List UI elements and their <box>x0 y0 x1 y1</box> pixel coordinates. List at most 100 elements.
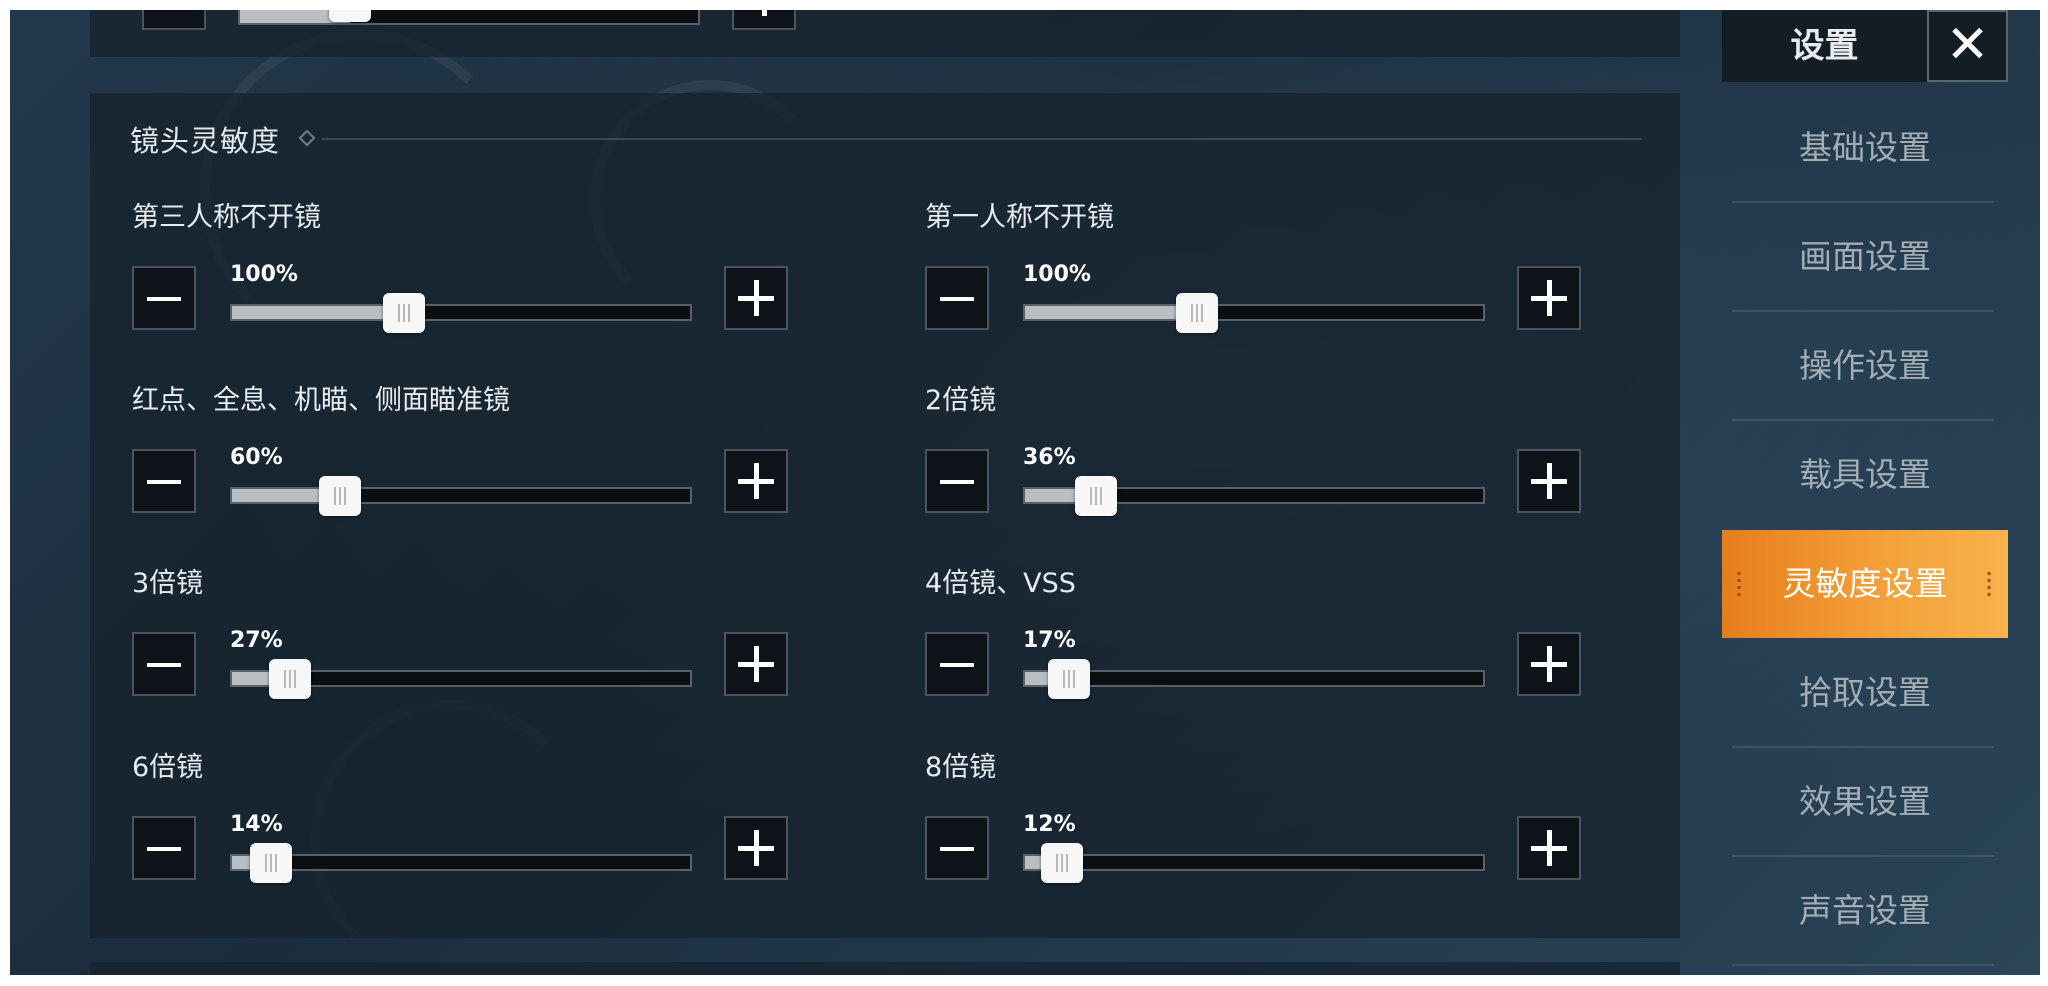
slider-thumb[interactable] <box>268 659 311 699</box>
slider-value: 14% <box>230 812 283 837</box>
grip-line <box>1196 304 1199 322</box>
slider-fill <box>232 489 320 502</box>
nav-item[interactable]: 拾取设置 <box>1722 639 2008 747</box>
increase-button[interactable] <box>732 10 796 30</box>
close-button[interactable]: ✕ <box>1927 10 2008 82</box>
increase-button[interactable] <box>724 449 788 513</box>
grip-line <box>398 304 401 322</box>
nav-item-label: 拾取设置 <box>1799 673 1931 712</box>
increase-button[interactable] <box>1517 266 1581 330</box>
slider-thumb[interactable] <box>1176 293 1219 333</box>
increase-button[interactable] <box>724 266 788 330</box>
grip-line <box>334 487 337 505</box>
nav-item-label: 声音设置 <box>1799 891 1931 930</box>
slider-track[interactable] <box>230 476 692 516</box>
nav-item[interactable]: 操作设置 <box>1722 312 2008 420</box>
slider-thumb[interactable] <box>319 476 362 516</box>
slider-label: 第一人称不开镜 <box>925 202 1114 233</box>
slider-thumb[interactable] <box>328 10 371 22</box>
decrease-button[interactable] <box>925 266 989 330</box>
grip-line <box>1090 487 1093 505</box>
slider-thumb[interactable] <box>1075 476 1118 516</box>
slider-track[interactable] <box>230 659 692 699</box>
plus-icon-stroke <box>754 280 759 316</box>
slider-value: 100% <box>230 262 298 287</box>
plus-icon-stroke <box>1547 463 1552 499</box>
grip-line <box>403 304 406 322</box>
grip-line <box>275 854 278 872</box>
slider-track[interactable] <box>238 10 700 25</box>
slider-thumb[interactable] <box>250 843 293 883</box>
plus-icon-stroke <box>754 463 759 499</box>
slider-fill <box>1025 489 1076 502</box>
drag-dots-icon <box>1736 570 1742 598</box>
decrease-button[interactable] <box>142 10 206 30</box>
increase-button[interactable] <box>1517 449 1581 513</box>
slider-value: 100% <box>1023 262 1091 287</box>
nav-item[interactable]: 效果设置 <box>1722 748 2008 856</box>
minus-icon <box>147 847 181 851</box>
nav-item[interactable]: 基础设置 <box>1722 94 2008 202</box>
slider-label: 6倍镜 <box>132 752 204 783</box>
close-icon: ✕ <box>1945 15 1990 75</box>
nav-item-label: 载具设置 <box>1799 455 1931 494</box>
slider-label: 第三人称不开镜 <box>132 202 321 233</box>
grip-line <box>283 670 286 688</box>
slider-label: 4倍镜、VSS <box>925 568 1076 599</box>
nav-item[interactable]: 灵敏度设置 <box>1722 530 2008 638</box>
nav-divider <box>1732 964 1994 966</box>
nav-item-label: 效果设置 <box>1799 782 1931 821</box>
slider-thumb[interactable] <box>383 293 426 333</box>
grip-line <box>339 487 342 505</box>
slider-track[interactable] <box>1023 293 1485 333</box>
increase-button[interactable] <box>724 632 788 696</box>
slider-label: 8倍镜 <box>925 752 997 783</box>
decrease-button[interactable] <box>132 266 196 330</box>
slider-track[interactable] <box>1023 659 1485 699</box>
slider-thumb[interactable] <box>1047 659 1090 699</box>
increase-button[interactable] <box>1517 632 1581 696</box>
slider-track[interactable] <box>1023 843 1485 883</box>
nav-item[interactable]: 画面设置 <box>1722 203 2008 311</box>
nav-item-label: 操作设置 <box>1799 346 1931 385</box>
slider-value: 17% <box>1023 628 1076 653</box>
slider-fill <box>232 306 384 319</box>
previous-section-panel <box>90 10 1680 57</box>
decrease-button[interactable] <box>925 449 989 513</box>
minus-icon <box>147 480 181 484</box>
nav-item-label: 灵敏度设置 <box>1782 564 1948 603</box>
minus-icon <box>940 480 974 484</box>
slider-value: 36% <box>1023 445 1076 470</box>
decrease-button[interactable] <box>925 632 989 696</box>
slider-fill <box>1025 856 1042 869</box>
grip-line <box>265 854 268 872</box>
grip-line <box>1201 304 1204 322</box>
section-divider <box>322 138 1642 140</box>
decrease-button[interactable] <box>925 816 989 880</box>
grip-line <box>1072 670 1075 688</box>
slider-track[interactable] <box>1023 476 1485 516</box>
slider-track[interactable] <box>230 293 692 333</box>
decrease-button[interactable] <box>132 449 196 513</box>
decrease-button[interactable] <box>132 632 196 696</box>
drag-dots-icon <box>1986 570 1992 598</box>
slider-label: 3倍镜 <box>132 568 204 599</box>
increase-button[interactable] <box>1517 816 1581 880</box>
section-title: 镜头灵敏度 <box>130 124 281 158</box>
grip-line <box>288 670 291 688</box>
increase-button[interactable] <box>724 816 788 880</box>
nav-item[interactable]: 载具设置 <box>1722 421 2008 529</box>
grip-line <box>1062 670 1065 688</box>
slider-thumb[interactable] <box>1041 843 1084 883</box>
nav-item[interactable]: 声音设置 <box>1722 857 2008 965</box>
nav-item-label: 基础设置 <box>1799 128 1931 167</box>
settings-title: 设置 <box>1722 10 1927 82</box>
grip-line <box>270 854 273 872</box>
grip-line <box>1061 854 1064 872</box>
settings-screen: 镜头灵敏度 第三人称不开镜 100% 第一人称不开镜 100% 红点、全息、机瞄、侧面瞄… <box>10 10 2040 975</box>
slider-value: 12% <box>1023 812 1076 837</box>
slider-track[interactable] <box>230 843 692 883</box>
slider-label: 红点、全息、机瞄、侧面瞄准镜 <box>132 385 510 416</box>
decrease-button[interactable] <box>132 816 196 880</box>
plus-icon-stroke <box>1547 830 1552 866</box>
